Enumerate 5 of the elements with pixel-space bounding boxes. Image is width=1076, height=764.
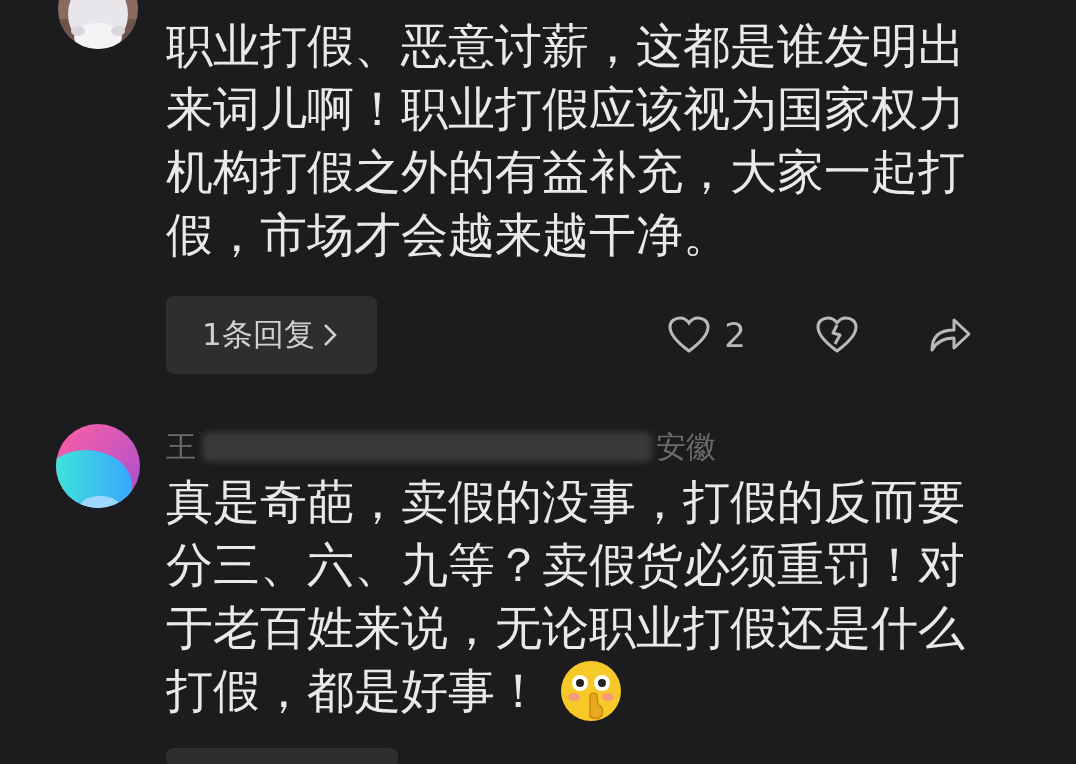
replies-button[interactable]: 1条回复	[166, 296, 377, 374]
comment-text: 职业打假、恶意讨薪，这都是谁发明出来词儿啊！职业打假应该视为国家权力机构打假之外的有益补充，大家一起打假，市场才会越来越干净。	[166, 18, 965, 262]
comment-text: 真是奇葩，卖假的没事，打假的反而要分三、六、九等？卖假货必须重罚！对于老百姓来说，无论职业打假还是什么打假，都是好事！	[166, 474, 965, 718]
like-button[interactable]: 2	[668, 315, 746, 355]
location-text: 安徽	[656, 427, 716, 466]
